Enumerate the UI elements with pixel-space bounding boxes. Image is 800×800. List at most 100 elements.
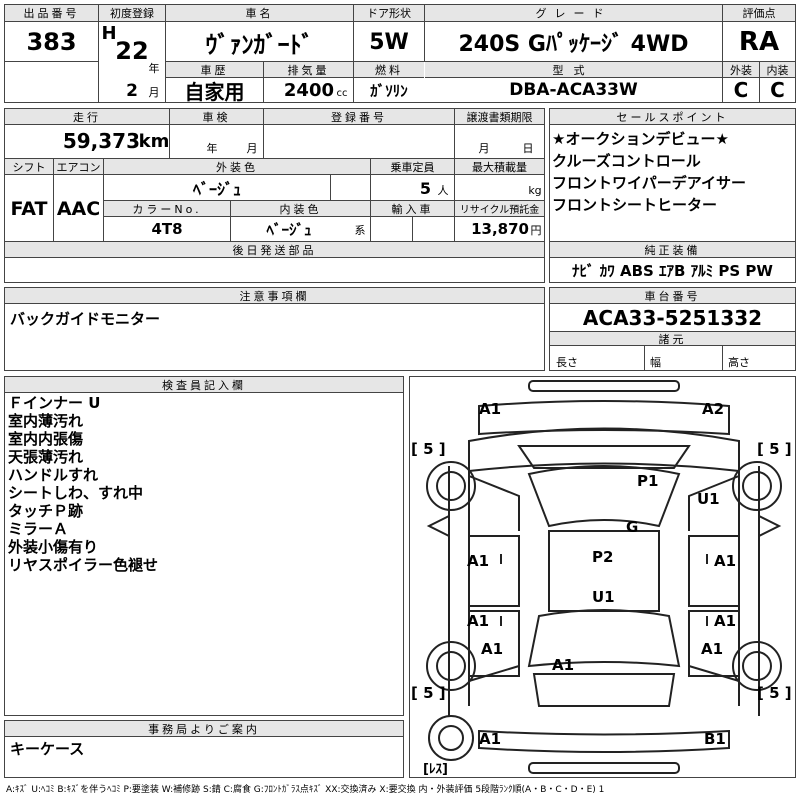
exterior-grade-label: 外装	[723, 62, 759, 78]
interior-grade: C	[770, 78, 785, 102]
grade-label: グレード	[425, 5, 722, 22]
damage-mark-u1: U1	[592, 588, 615, 606]
score-label: 評価点	[723, 5, 795, 22]
height-label: 高さ	[728, 356, 750, 369]
tire-tread-rl: [ 5 ]	[411, 684, 446, 702]
office-label: 事務局よりご案内	[5, 721, 403, 737]
tire-tread-fr: [ 5 ]	[757, 440, 792, 458]
sales-point-item: フロントシートヒーター	[552, 196, 718, 214]
max-load-unit: kg	[528, 183, 542, 197]
mileage: 59,373	[62, 129, 140, 153]
grade: 240S Gﾊﾟｯｹｰｼﾞ 4WD	[458, 32, 689, 57]
transfer-month-unit: 月	[478, 142, 490, 155]
tire-tread-fl: [ 5 ]	[411, 440, 446, 458]
damage-mark-p2: P2	[592, 548, 614, 566]
length-label: 長さ	[556, 356, 578, 369]
history: 自家用	[184, 79, 245, 103]
interior-color-label: 内装色	[231, 201, 370, 217]
inspector-line: ハンドルすれ	[8, 466, 99, 484]
lot-no: 383	[26, 28, 77, 56]
transfer-label: 譲渡書類期限	[455, 109, 544, 125]
max-load-label: 最大積載量	[455, 159, 544, 175]
reg-no-label: 登録番号	[264, 109, 454, 125]
car-name-label: 車名	[166, 5, 353, 22]
inspection-month-unit: 月	[246, 142, 258, 155]
recycle-unit: 円	[530, 224, 542, 237]
damage-mark-a1: A1	[481, 640, 504, 658]
first-reg-label: 初度登録	[99, 5, 165, 22]
year-unit: 年	[148, 62, 160, 75]
car-name: ｳﾞｧﾝｶﾞｰﾄﾞ	[205, 30, 314, 59]
recycle-label: リサイクル預託金	[455, 201, 544, 217]
inspector-line: 天張薄汚れ	[8, 448, 84, 466]
displacement-label: 排気量	[264, 62, 353, 78]
inspector-line: タッチＰ跡	[8, 502, 84, 520]
inspector-line: 室内内張傷	[8, 430, 84, 448]
fuel-label: 燃料	[354, 62, 424, 78]
sales-point-item: クルーズコントロール	[552, 152, 701, 170]
inspection-year-unit: 年	[206, 142, 218, 155]
interior-color-suffix: 系	[354, 224, 366, 237]
damage-mark-a2: A2	[702, 400, 725, 418]
color-no-label: カラーNo.	[104, 201, 230, 217]
lot-no-label: 出品番号	[5, 5, 98, 22]
inspector-label: 検査員記入欄	[5, 377, 403, 393]
exterior-grade: C	[733, 78, 749, 102]
seats: 5	[419, 178, 431, 198]
chassis-number: ACA33-5251332	[582, 306, 763, 330]
damage-mark-a1: A1	[714, 612, 737, 630]
later-parts-label: 後日発送部品	[5, 242, 544, 258]
ac-label: エアコン	[54, 159, 103, 175]
import-label: 輸入車	[371, 201, 454, 217]
inspection-label: 車検	[170, 109, 263, 125]
legend: A:ｷｽﾞ U:ﾍｺﾐ B:ｷｽﾞを伴うﾍｺﾐ P:要塗装 W:補修跡 S:錆 …	[6, 785, 605, 795]
shift-label: シフト	[5, 159, 53, 175]
interior-color: ﾍﾞｰｼﾞｭ	[266, 220, 312, 239]
exterior-color: ﾍﾞｰｼﾞｭ	[192, 180, 241, 199]
inspector-line: 室内薄汚れ	[8, 412, 84, 430]
shift: FAT	[10, 198, 48, 220]
mileage-unit: km	[140, 130, 168, 152]
fuel: ｶﾞｿﾘﾝ	[370, 81, 408, 100]
damage-mark-a1: A1	[714, 552, 737, 570]
spare-tire: [ﾚｽ]	[423, 762, 448, 777]
transfer-day-unit: 日	[522, 142, 534, 155]
first-reg-month: 2	[126, 81, 138, 101]
equipment-label: 純正装備	[550, 242, 795, 258]
damage-mark-a1: A1	[552, 656, 575, 674]
score: RA	[738, 27, 780, 57]
damage-mark-p1: P1	[637, 472, 659, 490]
displacement-unit: cc	[336, 87, 348, 99]
caution-text: バックガイドモニター	[10, 310, 161, 328]
recycle-deposit: 13,870	[471, 220, 529, 238]
door-label: ドア形状	[354, 5, 424, 22]
damage-mark-a1: A1	[467, 552, 490, 570]
model-label: 型式	[425, 62, 722, 78]
seats-unit: 人	[437, 184, 449, 197]
door-type: 5W	[369, 29, 409, 55]
inspector-line: リヤスポイラー色褪せ	[8, 556, 159, 574]
office-text: キーケース	[10, 740, 85, 758]
inspector-line: シートしわ、すれ中	[8, 484, 144, 502]
width-label: 幅	[650, 356, 661, 369]
damage-mark-a1: A1	[479, 400, 502, 418]
sales-point-item: ★オークションデビュー★	[552, 130, 729, 148]
specs-label: 諸元	[550, 332, 795, 346]
chassis-label: 車台番号	[550, 288, 795, 304]
sales-points-label: セールスポイント	[550, 109, 795, 125]
mileage-label: 走行	[5, 109, 169, 125]
damage-mark-a1: A1	[701, 640, 724, 658]
inspector-line: 外装小傷有り	[8, 538, 99, 556]
month-unit: 月	[148, 86, 160, 99]
interior-grade-label: 内装	[760, 62, 795, 78]
seats-label: 乗車定員	[371, 159, 454, 175]
damage-mark-g: G	[626, 518, 639, 536]
ac: AAC	[56, 198, 101, 220]
caution-label: 注意事項欄	[5, 288, 544, 304]
damage-mark-a1: A1	[467, 612, 490, 630]
inspector-line: ミラーＡ	[8, 520, 69, 538]
history-label: 車歴	[166, 62, 263, 78]
car-diagram	[426, 380, 782, 774]
damage-mark-u1: U1	[697, 490, 720, 508]
color-no: 4T8	[151, 220, 183, 238]
